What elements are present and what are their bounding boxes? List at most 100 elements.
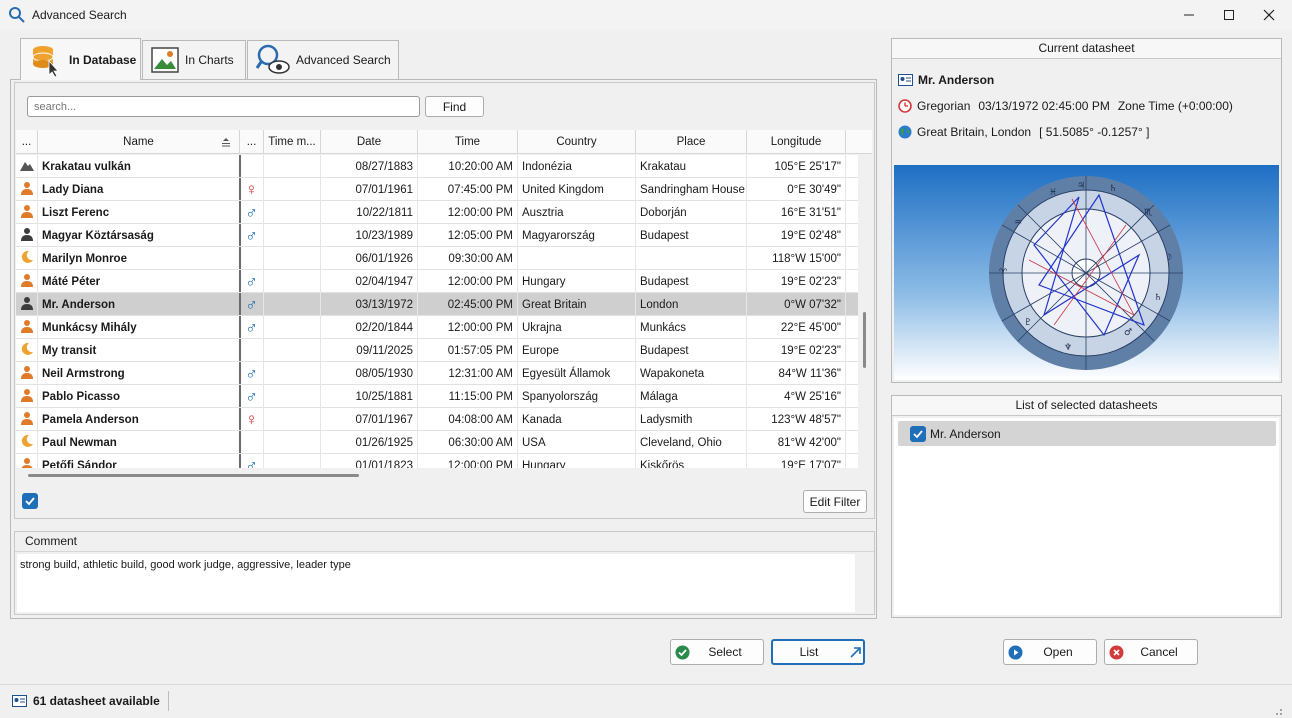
horizontal-scrollbar[interactable] — [16, 468, 858, 482]
title-bar: Advanced Search — [0, 0, 1292, 30]
table-row[interactable]: Munkácsy Mihály ♂ 02/20/1844 12:00:00 PM Ukr… — [16, 316, 858, 339]
cell-gender: ♂ — [240, 316, 264, 339]
find-button[interactable]: Find — [425, 96, 484, 117]
cell-time-mode — [264, 224, 321, 247]
cell-country: Hungary — [518, 270, 636, 293]
table-row[interactable]: Mr. Anderson ♂ 03/13/1972 02:45:00 PM Great … — [16, 293, 858, 316]
table-row[interactable]: My transit 09/11/2025 01:57:05 PM Europe Bud… — [16, 339, 858, 362]
person-icon — [20, 388, 34, 405]
cell-name: Pamela Anderson — [38, 408, 240, 431]
cell-country: Ukrajna — [518, 316, 636, 339]
horizontal-scrollbar-thumb[interactable] — [28, 474, 359, 477]
cell-gender: ♂ — [240, 362, 264, 385]
column-header-longitude[interactable]: Longitude — [747, 130, 846, 154]
svg-text:☽: ☽ — [1164, 253, 1172, 263]
column-divider — [239, 431, 241, 453]
tab-in-database[interactable]: In Database — [20, 38, 141, 80]
current-location: Great Britain, London — [917, 125, 1032, 139]
cell-gender — [240, 155, 264, 178]
close-button[interactable] — [1246, 0, 1292, 30]
table-row[interactable]: Petőfi Sándor ♂ 01/01/1823 12:00:00 PM Hunga… — [16, 454, 858, 468]
vertical-scrollbar-thumb[interactable] — [863, 312, 866, 368]
selected-datasheets-title: List of selected datasheets — [892, 396, 1281, 416]
table-row[interactable]: Pablo Picasso ♂ 10/25/1881 11:15:00 PM Spany… — [16, 385, 858, 408]
select-button[interactable]: Select — [670, 639, 764, 665]
current-coords: [ 51.5085° -0.1257° ] — [1039, 125, 1150, 139]
list-button[interactable]: List — [771, 639, 865, 665]
item-checkbox[interactable] — [910, 425, 926, 442]
cell-country: USA — [518, 431, 636, 454]
column-divider — [239, 224, 241, 246]
search-input[interactable] — [27, 96, 420, 117]
current-calendar: Gregorian — [917, 99, 971, 113]
cell-time: 12:00:00 PM — [418, 454, 518, 468]
male-icon: ♂ — [245, 386, 258, 406]
column-divider — [239, 408, 241, 430]
cell-date: 10/23/1989 — [321, 224, 418, 247]
column-header-country[interactable]: Country — [518, 130, 636, 154]
column-header-name[interactable]: Name — [38, 130, 240, 154]
male-icon: ♂ — [245, 317, 258, 337]
edit-filter-button[interactable]: Edit Filter — [803, 490, 867, 513]
comment-scrollbar[interactable] — [855, 554, 872, 612]
table-row[interactable]: Krakatau vulkán 08/27/1883 10:20:00 AM Indo… — [16, 155, 858, 178]
cell-time: 12:00:00 PM — [418, 201, 518, 224]
selected-datasheets-panel: List of selected datasheets Mr. Anderson — [891, 395, 1282, 618]
cancel-button[interactable]: Cancel — [1104, 639, 1198, 665]
current-location-row: Great Britain, London [ 51.5085° -0.1257… — [898, 125, 1149, 139]
check-circle-icon — [675, 645, 690, 660]
moon-icon — [20, 342, 34, 359]
male-icon: ♂ — [245, 225, 258, 245]
chart-preview[interactable]: ♃ ♄ ♏ ☽ ♄ ♂ ♆ ♇ ♈ ♒ ♓ — [894, 165, 1279, 380]
cell-name: Magyar Köztársaság — [38, 224, 240, 247]
vertical-scrollbar[interactable] — [858, 155, 872, 468]
check-icon — [25, 497, 35, 506]
table-row[interactable]: Pamela Anderson ♀ 07/01/1967 04:08:00 AM Kan… — [16, 408, 858, 431]
cell-longitude: 19°E 02'23" — [747, 270, 846, 293]
table-row[interactable]: Liszt Ferenc ♂ 10/22/1811 12:00:00 PM Ausztr… — [16, 201, 858, 224]
datasheet-table[interactable]: Krakatau vulkán 08/27/1883 10:20:00 AM Indo… — [16, 155, 858, 468]
column-header-time-mode[interactable]: Time m... — [264, 130, 321, 154]
table-row[interactable]: Paul Newman 01/26/1925 06:30:00 AM USA Cleve… — [16, 431, 858, 454]
cell-time-mode — [264, 201, 321, 224]
maximize-icon — [1224, 10, 1234, 20]
table-row[interactable]: Máté Péter ♂ 02/04/1947 12:00:00 PM Hungary B… — [16, 270, 858, 293]
tab-in-charts[interactable]: In Charts — [142, 40, 246, 79]
filter-checkbox[interactable] — [22, 493, 38, 509]
cell-gender — [240, 431, 264, 454]
resize-grip-icon[interactable] — [1275, 705, 1283, 715]
column-header-place[interactable]: Place — [636, 130, 747, 154]
cell-name: Máté Péter — [38, 270, 240, 293]
person-icon — [20, 411, 34, 428]
column-header-time[interactable]: Time — [418, 130, 518, 154]
table-row[interactable]: Magyar Köztársaság ♂ 10/23/1989 12:05:00 PM… — [16, 224, 858, 247]
comment-textarea[interactable]: strong build, athletic build, good work … — [17, 554, 855, 612]
cell-name: Marilyn Monroe — [38, 247, 240, 270]
male-icon: ♂ — [245, 455, 258, 469]
table-row[interactable]: Marilyn Monroe 06/01/1926 09:30:00 AM 118°W… — [16, 247, 858, 270]
cell-gender: ♂ — [240, 224, 264, 247]
column-header-date[interactable]: Date — [321, 130, 418, 154]
list-item[interactable]: Mr. Anderson — [898, 421, 1276, 446]
minimize-icon — [1184, 14, 1194, 16]
female-icon: ♀ — [245, 179, 258, 199]
tab-advanced-search[interactable]: Advanced Search — [247, 40, 399, 79]
tab-label: In Charts — [185, 53, 234, 67]
sort-icon — [222, 138, 230, 147]
moon-icon — [20, 434, 34, 451]
table-row[interactable]: Neil Armstrong ♂ 08/05/1930 12:31:00 AM Egye… — [16, 362, 858, 385]
person-icon — [20, 365, 34, 382]
cell-country — [518, 247, 636, 270]
cell-icon — [16, 247, 38, 270]
cell-time-mode — [264, 178, 321, 201]
svg-text:♈: ♈ — [999, 268, 1008, 278]
svg-text:♇: ♇ — [1024, 318, 1032, 328]
column-header-icon[interactable]: ... — [16, 130, 38, 154]
table-row[interactable]: Lady Diana ♀ 07/01/1961 07:45:00 PM United K… — [16, 178, 858, 201]
cancel-label: Cancel — [1140, 645, 1178, 659]
cell-longitude: 0°E 30'49" — [747, 178, 846, 201]
column-header-gender[interactable]: ... — [240, 130, 264, 154]
open-button[interactable]: Open — [1003, 639, 1097, 665]
cell-longitude: 19°E 17'07" — [747, 454, 846, 468]
column-divider — [239, 293, 241, 315]
